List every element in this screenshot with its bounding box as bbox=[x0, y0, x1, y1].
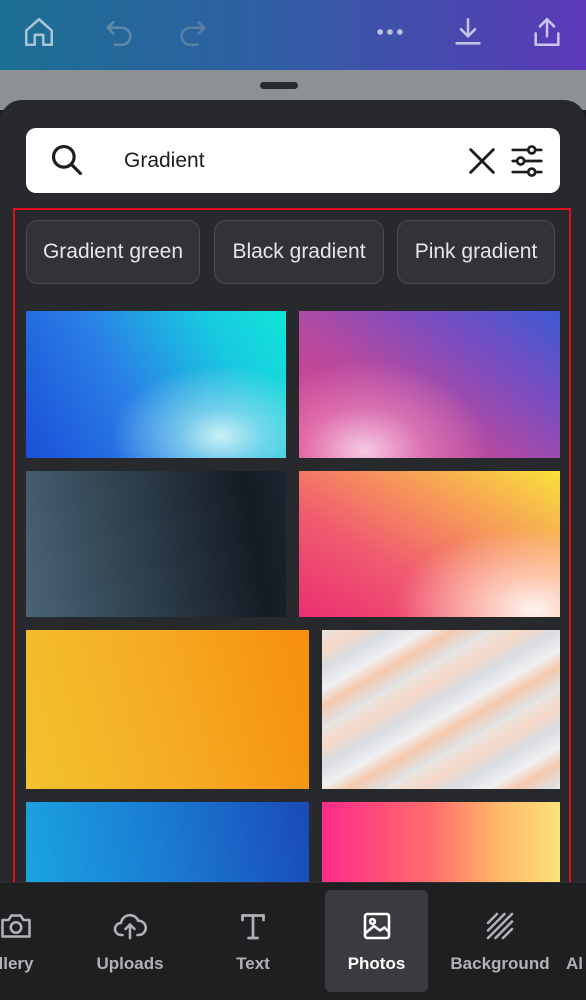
search-input[interactable] bbox=[124, 142, 464, 180]
camera-icon bbox=[1, 914, 31, 938]
nav-label: Text bbox=[236, 954, 270, 973]
share-icon[interactable] bbox=[525, 10, 569, 54]
suggestion-chip[interactable]: Gradient green bbox=[26, 220, 200, 284]
nav-uploads[interactable]: Uploads bbox=[88, 890, 172, 992]
result-thumbnail[interactable] bbox=[322, 630, 560, 789]
home-icon[interactable] bbox=[17, 10, 61, 54]
suggestion-chip[interactable]: Black gradient bbox=[214, 220, 384, 284]
redo-icon[interactable] bbox=[171, 10, 215, 54]
nav-label: Al bbox=[566, 954, 583, 973]
result-thumbnail[interactable] bbox=[26, 802, 309, 882]
top-app-bar bbox=[0, 0, 586, 70]
clear-search-icon[interactable] bbox=[465, 144, 499, 178]
result-thumbnail[interactable] bbox=[26, 311, 286, 458]
nav-text[interactable]: Text bbox=[220, 890, 286, 992]
download-icon[interactable] bbox=[446, 10, 490, 54]
nav-background[interactable]: Background bbox=[450, 890, 550, 992]
nav-label: Photos bbox=[347, 954, 406, 973]
undo-icon[interactable] bbox=[97, 10, 141, 54]
filter-icon[interactable] bbox=[508, 142, 546, 180]
nav-label: Uploads bbox=[96, 954, 164, 973]
result-thumbnail[interactable] bbox=[299, 311, 560, 458]
nav-label: llery bbox=[0, 954, 34, 973]
result-thumbnail[interactable] bbox=[26, 630, 309, 789]
more-icon[interactable] bbox=[368, 10, 412, 54]
nav-more[interactable]: Al bbox=[566, 890, 586, 992]
nav-label: Background bbox=[450, 954, 550, 973]
nav-gallery[interactable]: llery bbox=[0, 890, 48, 992]
nav-photos[interactable]: Photos bbox=[325, 890, 428, 992]
background-pattern-icon bbox=[486, 912, 514, 940]
search-icon bbox=[51, 144, 83, 176]
text-icon bbox=[241, 914, 265, 940]
cloud-upload-icon bbox=[113, 913, 148, 940]
photo-icon bbox=[363, 912, 390, 940]
result-thumbnail[interactable] bbox=[322, 802, 560, 882]
suggestion-chip[interactable]: Pink gradient bbox=[397, 220, 555, 284]
result-thumbnail[interactable] bbox=[26, 471, 286, 617]
drag-handle[interactable] bbox=[260, 82, 298, 89]
result-thumbnail[interactable] bbox=[299, 471, 560, 617]
